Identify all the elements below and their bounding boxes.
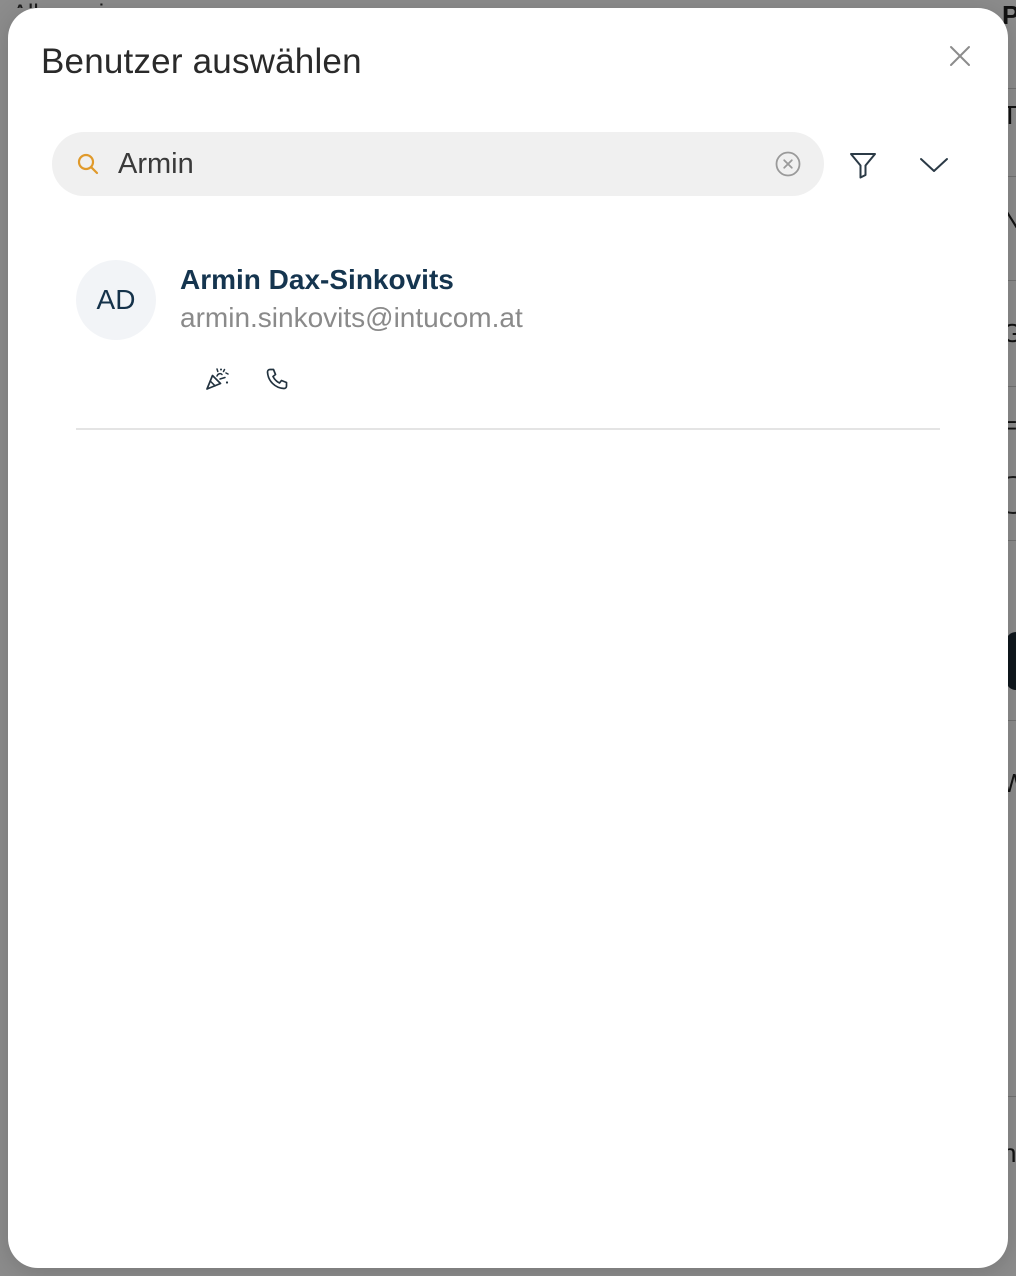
call-button[interactable] (264, 366, 290, 392)
phone-icon (266, 368, 288, 390)
user-list-item[interactable]: AD Armin Dax-Sinkovits armin.sinkovits@i… (76, 252, 940, 430)
party-popper-button[interactable] (204, 366, 230, 392)
select-user-dialog: Benutzer auswählen AD Armin Dax-Sinkovit… (8, 8, 1008, 1268)
user-actions (204, 366, 290, 392)
clear-search-icon[interactable] (774, 150, 802, 178)
search-field[interactable] (52, 132, 824, 196)
avatar: AD (76, 260, 156, 340)
filter-icon[interactable] (846, 148, 880, 182)
chevron-down-icon[interactable] (916, 148, 952, 182)
close-button[interactable] (944, 40, 976, 72)
search-icon (77, 153, 99, 175)
user-email: armin.sinkovits@intucom.at (180, 302, 523, 333)
party-popper-icon (206, 368, 229, 390)
search-input[interactable] (118, 142, 758, 186)
close-icon (950, 46, 970, 66)
user-name: Armin Dax-Sinkovits (180, 264, 454, 295)
dialog-title: Benutzer auswählen (41, 42, 362, 81)
